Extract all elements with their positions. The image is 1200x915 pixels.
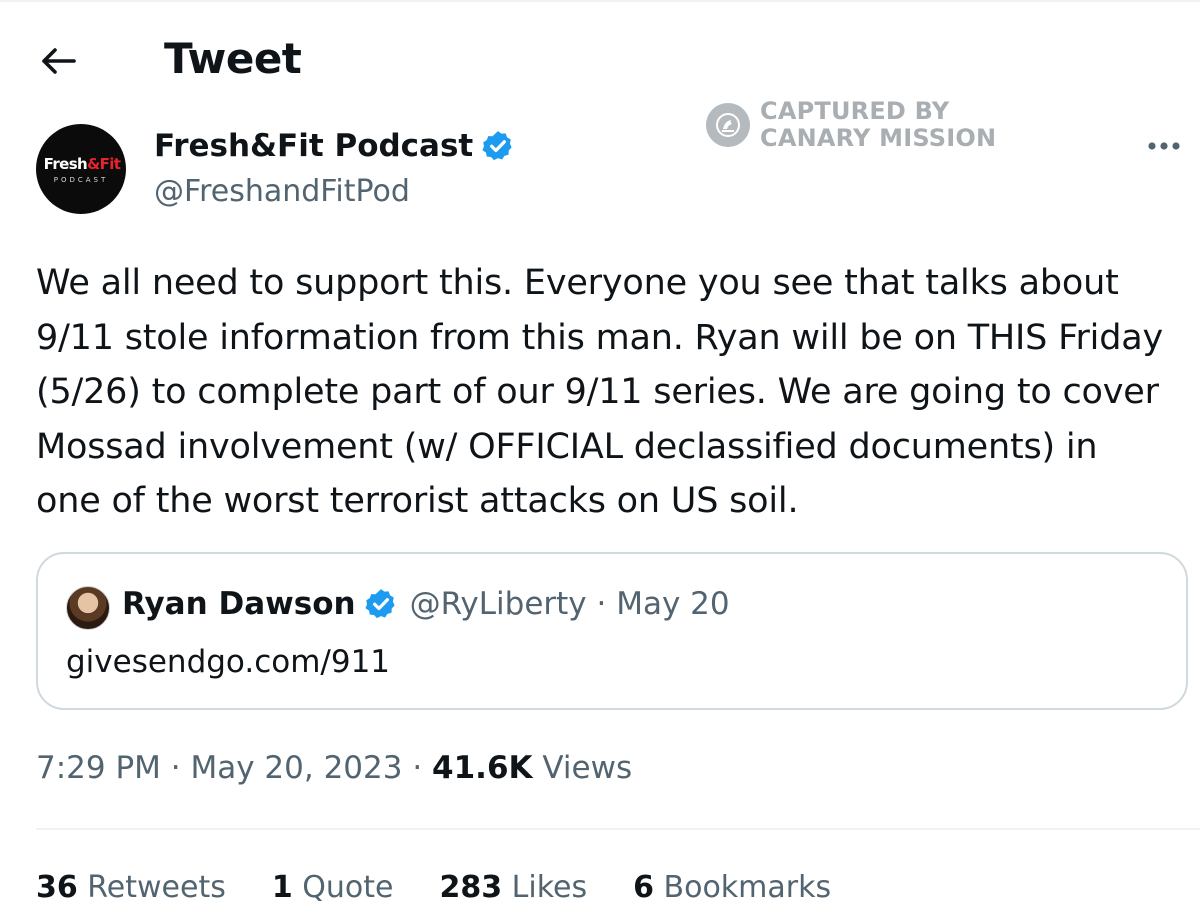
author-name-row[interactable]: Fresh&Fit Podcast bbox=[154, 128, 515, 164]
page-title: Tweet bbox=[164, 34, 302, 83]
quotes-stat[interactable]: 1 Quote bbox=[272, 870, 394, 905]
verified-badge-icon bbox=[482, 131, 512, 161]
top-divider bbox=[0, 0, 1200, 2]
retweets-stat[interactable]: 36 Retweets bbox=[36, 870, 226, 905]
author-handle[interactable]: @FreshandFitPod bbox=[154, 174, 410, 209]
tweet-line: one of the worst terrorist attacks on US… bbox=[36, 481, 799, 521]
retweets-label: Retweets bbox=[77, 870, 226, 905]
quoted-tweet-text: givesendgo.com/911 bbox=[66, 644, 391, 680]
quoted-author-avatar bbox=[66, 586, 110, 630]
more-options-button[interactable] bbox=[1144, 128, 1184, 164]
retweets-count: 36 bbox=[36, 870, 78, 905]
likes-count: 283 bbox=[439, 870, 503, 905]
views-label: Views bbox=[532, 750, 633, 786]
author-avatar[interactable]: Fresh&Fit PODCAST bbox=[36, 124, 126, 214]
bookmarks-stat[interactable]: 6 Bookmarks bbox=[633, 870, 831, 905]
quotes-count: 1 bbox=[271, 870, 293, 905]
watermark: CAPTURED BY CANARY MISSION bbox=[706, 98, 996, 152]
watermark-line-1: CAPTURED BY bbox=[760, 97, 950, 125]
tweet-timestamp[interactable]: 7:29 PM · May 20, 2023 · bbox=[36, 750, 432, 786]
engagement-stats: 36 Retweets 1 Quote 283 Likes 6 Bookmark… bbox=[36, 870, 877, 905]
avatar-logo-red: &Fit bbox=[87, 155, 121, 173]
tweet-page: Tweet CAPTURED BY CANARY MISSION Fresh&F… bbox=[0, 0, 1200, 915]
bookmarks-count: 6 bbox=[633, 870, 654, 905]
tweet-line: We all need to support this. Everyone yo… bbox=[36, 263, 1119, 303]
avatar-logo-sub: PODCAST bbox=[53, 176, 109, 184]
likes-stat[interactable]: 283 Likes bbox=[439, 870, 587, 905]
bookmarks-label: Bookmarks bbox=[653, 870, 832, 905]
quoted-tweet-card[interactable]: Ryan Dawson @RyLiberty · May 20 givesend… bbox=[36, 552, 1188, 710]
quotes-label: Quote bbox=[292, 870, 394, 905]
verified-badge-icon bbox=[364, 589, 395, 619]
author-name: Fresh&Fit Podcast bbox=[154, 128, 474, 164]
tweet-line: Mossad involvement (w/ OFFICIAL declassi… bbox=[36, 426, 1098, 467]
quoted-author-handle-date: @RyLiberty · May 20 bbox=[409, 586, 730, 622]
tweet-line: (5/26) to complete part of our 9/11 seri… bbox=[36, 372, 1159, 412]
views-count: 41.6K bbox=[432, 750, 533, 786]
quoted-author-name: Ryan Dawson bbox=[122, 586, 356, 622]
more-dots-icon bbox=[1148, 142, 1180, 150]
meta-divider bbox=[36, 828, 1200, 830]
back-button[interactable] bbox=[34, 38, 84, 84]
avatar-logo: Fresh&Fit bbox=[39, 155, 125, 173]
arrow-left-icon bbox=[42, 48, 76, 74]
watermark-line-2: CANARY MISSION bbox=[760, 124, 997, 152]
tweet-line: 9/11 stole information from this man. Ry… bbox=[36, 317, 1163, 358]
avatar-logo-white: Fresh bbox=[43, 155, 88, 173]
tweet-text: We all need to support this. Everyone yo… bbox=[36, 256, 1176, 529]
quoted-tweet-header: Ryan Dawson @RyLiberty · May 20 bbox=[122, 586, 730, 622]
likes-label: Likes bbox=[502, 870, 588, 905]
canary-bird-icon bbox=[706, 103, 750, 147]
tweet-meta: 7:29 PM · May 20, 2023 · 41.6K Views bbox=[36, 750, 632, 786]
